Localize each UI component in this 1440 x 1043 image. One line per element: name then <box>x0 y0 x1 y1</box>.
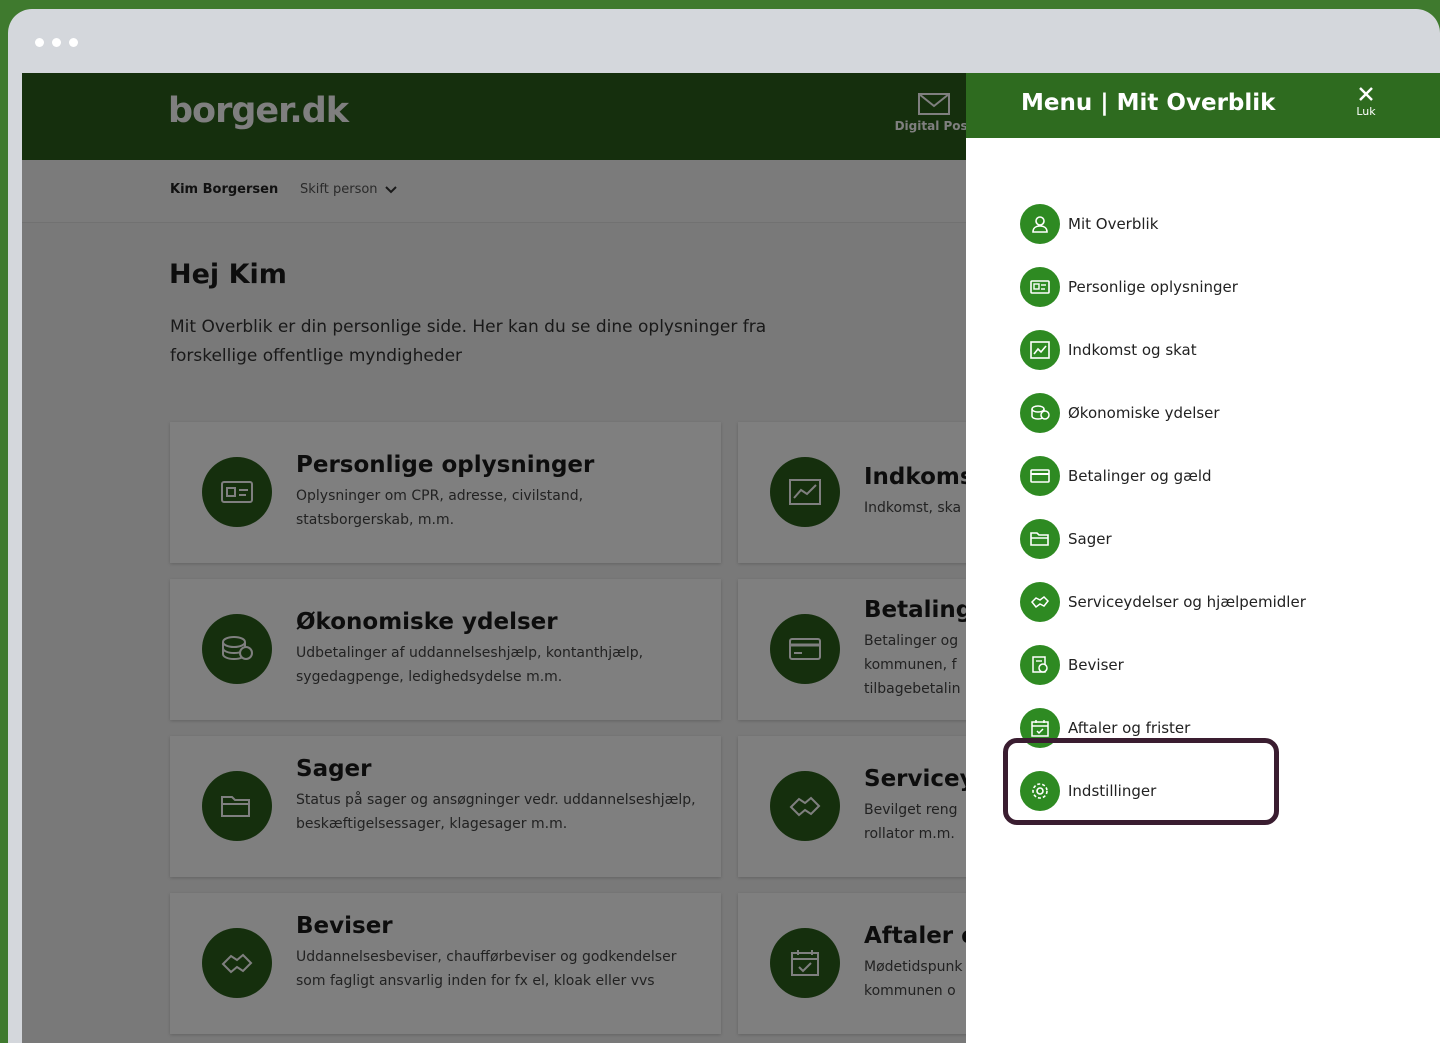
window-controls <box>35 38 78 47</box>
chart-icon <box>1020 330 1060 370</box>
menu-item-beviser[interactable]: Beviser <box>1020 645 1124 685</box>
menu-item-label: Mit Overblik <box>1068 215 1159 233</box>
menu-item-serviceydelser[interactable]: Serviceydelser og hjælpemidler <box>1020 582 1306 622</box>
card-icon <box>1020 456 1060 496</box>
person-icon <box>1020 204 1060 244</box>
viewport: borger.dk Digital Post Kim Borgersen Ski… <box>22 73 1440 1043</box>
window-dot <box>35 38 44 47</box>
menu-item-oekonomiske-ydelser[interactable]: Økonomiske ydelser <box>1020 393 1220 433</box>
handshake-icon <box>1020 582 1060 622</box>
menu-item-label: Serviceydelser og hjælpemidler <box>1068 593 1306 611</box>
menu-item-betalinger-og-gaeld[interactable]: Betalinger og gæld <box>1020 456 1212 496</box>
menu-title: Menu | Mit Overblik <box>1021 90 1276 116</box>
menu-item-sager[interactable]: Sager <box>1020 519 1112 559</box>
menu-item-label: Betalinger og gæld <box>1068 467 1212 485</box>
window-dot <box>69 38 78 47</box>
menu-item-label: Sager <box>1068 530 1112 548</box>
highlight-box <box>1003 738 1279 825</box>
close-label: Luk <box>1356 105 1376 118</box>
menu-item-label: Aftaler og frister <box>1068 719 1191 737</box>
menu-item-personlige-oplysninger[interactable]: Personlige oplysninger <box>1020 267 1238 307</box>
certificate-icon <box>1020 645 1060 685</box>
menu-item-label: Økonomiske ydelser <box>1068 404 1220 422</box>
menu-item-label: Indkomst og skat <box>1068 341 1197 359</box>
browser-window: borger.dk Digital Post Kim Borgersen Ski… <box>8 9 1440 1043</box>
menu-panel: Menu | Mit Overblik Luk Mit Overblik Per… <box>966 73 1440 1043</box>
menu-item-mit-overblik[interactable]: Mit Overblik <box>1020 204 1158 244</box>
menu-item-label: Beviser <box>1068 656 1124 674</box>
window-dot <box>52 38 61 47</box>
close-button[interactable]: Luk <box>1346 85 1386 118</box>
coins-icon <box>1020 393 1060 433</box>
menu-item-label: Personlige oplysninger <box>1068 278 1238 296</box>
close-icon <box>1359 87 1373 101</box>
id-card-icon <box>1020 267 1060 307</box>
menu-item-indkomst-og-skat[interactable]: Indkomst og skat <box>1020 330 1197 370</box>
menu-header: Menu | Mit Overblik Luk <box>966 73 1440 138</box>
folder-icon <box>1020 519 1060 559</box>
